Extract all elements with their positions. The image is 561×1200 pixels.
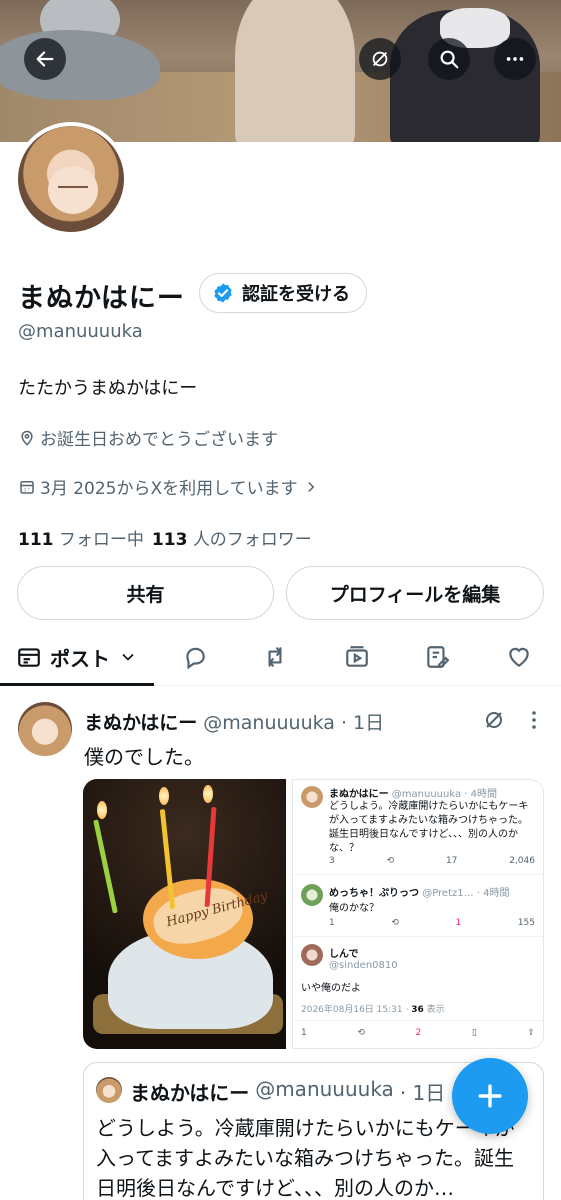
search-button[interactable] bbox=[428, 38, 470, 80]
quoted-author-name: まぬかはにー bbox=[130, 1081, 250, 1105]
quoted-post-time: · 1日 bbox=[399, 1081, 446, 1105]
share-button[interactable]: 共有 bbox=[17, 566, 274, 620]
ss-t2-name: めっちゃ！ぷりっつ bbox=[329, 888, 419, 899]
post-text: 僕のでした。 bbox=[84, 745, 204, 769]
profile-bio: たたかうまぬかはにー bbox=[18, 378, 198, 399]
following-link[interactable]: 111 フォロー中 bbox=[18, 525, 144, 550]
ss-t3-views: 36 bbox=[411, 1005, 424, 1015]
back-button[interactable] bbox=[24, 38, 66, 80]
ss-t3-replies: 1 bbox=[301, 1028, 307, 1038]
ss-t3-views-label: 表示 bbox=[423, 1005, 445, 1015]
ss-t2-likes: 1 bbox=[455, 918, 462, 928]
following-label: フォロー中 bbox=[58, 530, 144, 550]
ss-t1-likes: 17 bbox=[445, 856, 458, 866]
calendar-icon bbox=[20, 480, 34, 494]
chevron-right-icon bbox=[307, 481, 314, 492]
grok-button[interactable] bbox=[359, 38, 401, 80]
location-text: お誕生日おめでとうございます bbox=[40, 430, 278, 450]
followers-label: 人のフォロワー bbox=[192, 530, 312, 550]
ss-t1-meta: @manuuuuka · 4時間 bbox=[391, 789, 497, 800]
tab-reposts[interactable] bbox=[250, 630, 300, 684]
get-verified-label: 認証を受ける bbox=[242, 284, 350, 305]
profile-avatar[interactable] bbox=[14, 122, 128, 236]
ss-t1-views: 2,046 bbox=[509, 856, 535, 866]
ss-t2-views: 155 bbox=[517, 918, 535, 928]
profile-joined[interactable]: 3月 2025からXを利用しています bbox=[18, 474, 320, 499]
heart-icon bbox=[509, 647, 529, 667]
more-icon bbox=[506, 57, 524, 61]
edit-profile-button[interactable]: プロフィールを編集 bbox=[286, 566, 544, 620]
tab-posts-label: ポスト bbox=[50, 646, 110, 671]
post-image-screenshot[interactable]: まぬかはにー @manuuuuka · 4時間 どうしよう。冷蔵庫開けたらいかに… bbox=[292, 779, 544, 1049]
compose-button[interactable] bbox=[452, 1058, 528, 1134]
post-image-cake[interactable]: Happy Birthday bbox=[83, 779, 286, 1049]
followers-count: 113 bbox=[151, 530, 188, 550]
plus-icon bbox=[478, 1084, 502, 1108]
followers-link[interactable]: 113 人のフォロワー bbox=[152, 525, 312, 550]
ss-t3-text: いや俺のだよ bbox=[301, 983, 361, 994]
reply-icon bbox=[186, 647, 205, 670]
chevron-down-icon bbox=[122, 653, 134, 661]
grok-icon bbox=[372, 51, 388, 67]
joined-text: 3月 2025からXを利用しています bbox=[40, 479, 298, 499]
search-icon bbox=[440, 50, 459, 69]
ss-t2-meta: @Pretz1… · 4時間 bbox=[422, 888, 510, 899]
verified-badge-icon bbox=[214, 283, 232, 303]
post-header: まぬかはにー @manuuuuka · 1日 bbox=[84, 708, 384, 735]
quoted-post-header: まぬかはにー @manuuuuka · 1日 bbox=[130, 1077, 445, 1106]
ss-t1-replies: 3 bbox=[329, 856, 335, 866]
edit-profile-label: プロフィールを編集 bbox=[329, 583, 501, 606]
post-author-handle[interactable]: @manuuuuka bbox=[203, 712, 335, 734]
follow-stats: 111 フォロー中 113 人のフォロワー bbox=[18, 525, 312, 550]
post-avatar[interactable] bbox=[18, 702, 72, 756]
ss-t3-likes: 2 bbox=[415, 1028, 422, 1038]
more-button[interactable] bbox=[494, 38, 536, 80]
media-icon bbox=[346, 646, 368, 667]
ss-t3-date: 2026年08月16日 15:31 · bbox=[301, 1005, 412, 1015]
get-verified-button[interactable]: 認証を受ける bbox=[199, 273, 367, 313]
tab-replies[interactable] bbox=[170, 630, 220, 684]
ss-t2-replies: 1 bbox=[329, 918, 335, 928]
ss-t1-text: どうしよう。冷蔵庫開けたらいかにもケーキが入ってますよみたいな箱みつけちゃった。… bbox=[329, 801, 529, 854]
post-more-icon[interactable] bbox=[524, 708, 544, 732]
tab-posts[interactable]: ポスト bbox=[0, 630, 154, 686]
quoted-post-avatar bbox=[96, 1077, 122, 1103]
ss-t3-handle: @sinden0810 bbox=[329, 960, 398, 971]
profile-banner[interactable] bbox=[0, 0, 561, 142]
retweet-icon bbox=[268, 647, 282, 667]
back-arrow-icon bbox=[36, 51, 54, 67]
articles-icon bbox=[427, 646, 450, 668]
grok-icon[interactable] bbox=[482, 708, 506, 732]
quoted-author-handle: @manuuuuka bbox=[255, 1077, 394, 1101]
post-time[interactable]: · 1日 bbox=[341, 708, 384, 735]
tab-media[interactable] bbox=[332, 630, 382, 684]
post-author-name[interactable]: まぬかはにー bbox=[84, 708, 197, 735]
profile-tabs: ポスト bbox=[0, 630, 561, 686]
location-icon bbox=[21, 430, 33, 446]
profile-name: まぬかはにー bbox=[18, 283, 185, 314]
ss-t2-text: 俺のかな？ bbox=[329, 903, 379, 914]
ss-t1-name: まぬかはにー bbox=[329, 789, 389, 800]
profile-location: お誕生日おめでとうございます bbox=[18, 425, 278, 450]
share-label: 共有 bbox=[126, 583, 165, 606]
profile-handle: @manuuuuka bbox=[18, 321, 143, 342]
ss-t3-name: しんで bbox=[329, 949, 359, 960]
tab-articles[interactable] bbox=[412, 630, 462, 684]
posts-icon bbox=[18, 648, 40, 667]
following-count: 111 bbox=[18, 530, 54, 550]
tab-likes[interactable] bbox=[494, 630, 544, 684]
